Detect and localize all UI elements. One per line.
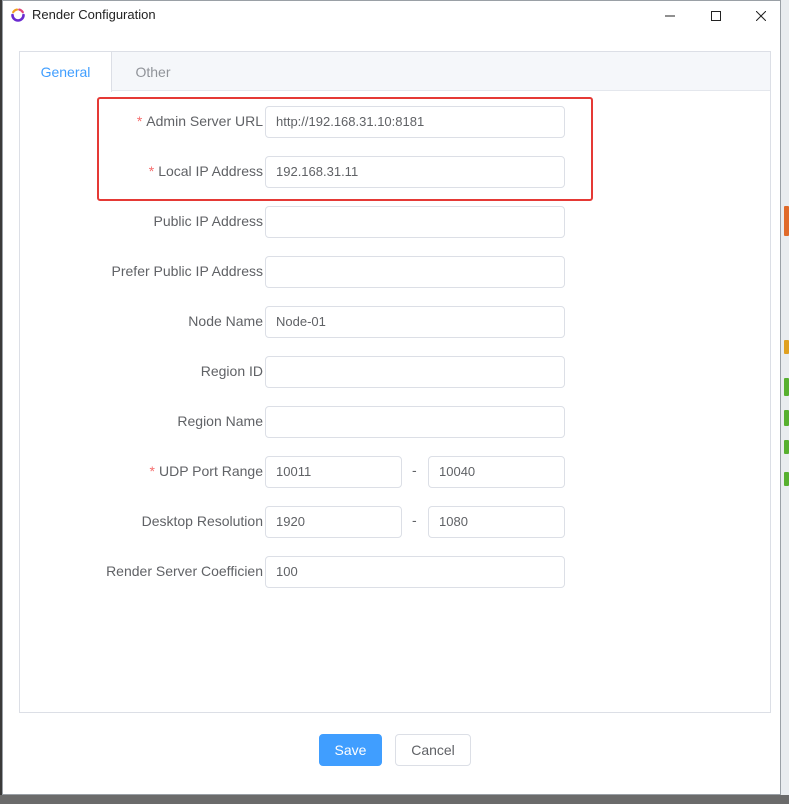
desktop-bottom-edge: [0, 795, 789, 804]
udp-port-from-input[interactable]: 10011: [265, 456, 402, 488]
region-name-label: Region Name: [177, 413, 263, 429]
maximize-button[interactable]: [693, 1, 739, 30]
resolution-height-input[interactable]: 1080: [428, 506, 565, 538]
save-button[interactable]: Save: [319, 734, 382, 766]
maximize-icon: [711, 10, 721, 21]
region-name-input[interactable]: [265, 406, 565, 438]
region-id-label: Region ID: [200, 363, 263, 379]
udp-port-to-input[interactable]: 10040: [428, 456, 565, 488]
app-logo-icon: [11, 8, 25, 22]
desktop-right-edge: [781, 0, 789, 804]
minimize-icon: [665, 15, 675, 16]
render-coefficient-row: Render Server Coefficien 100: [3, 556, 780, 588]
render-configuration-dialog: Render Configuration General Other * Admi…: [2, 0, 781, 795]
admin-server-url-input[interactable]: http://192.168.31.10:8181: [265, 106, 565, 138]
local-ip-row: * Local IP Address 192.168.31.11: [3, 156, 780, 188]
tabs-header: General Other: [20, 52, 770, 92]
local-ip-label: * Local IP Address: [148, 163, 263, 179]
render-coefficient-input[interactable]: 100: [265, 556, 565, 588]
desktop-resolution-row: Desktop Resolution 1920 - 1080: [3, 506, 780, 538]
window-title: Render Configuration: [32, 7, 156, 22]
close-icon: [756, 10, 766, 21]
range-separator: -: [412, 512, 417, 528]
prefer-public-ip-input[interactable]: [265, 256, 565, 288]
tab-other[interactable]: Other: [112, 52, 194, 92]
tab-general[interactable]: General: [20, 52, 112, 92]
udp-port-range-label: * UDP Port Range: [149, 463, 263, 479]
region-id-row: Region ID: [3, 356, 780, 388]
public-ip-label: Public IP Address: [153, 213, 263, 229]
minimize-button[interactable]: [647, 1, 693, 30]
render-coefficient-label: Render Server Coefficien: [106, 563, 263, 579]
desktop-resolution-label: Desktop Resolution: [141, 513, 263, 529]
region-name-row: Region Name: [3, 406, 780, 438]
range-separator: -: [412, 462, 417, 478]
prefer-public-ip-row: Prefer Public IP Address: [3, 256, 780, 288]
required-marker: *: [149, 463, 155, 479]
public-ip-row: Public IP Address: [3, 206, 780, 238]
region-id-input[interactable]: [265, 356, 565, 388]
close-button[interactable]: [738, 1, 784, 30]
title-bar[interactable]: Render Configuration: [3, 1, 780, 30]
required-marker: *: [148, 163, 155, 179]
admin-server-url-label: * Admin Server URL: [136, 113, 263, 129]
public-ip-input[interactable]: [265, 206, 565, 238]
node-name-label: Node Name: [188, 313, 263, 329]
admin-server-url-row: * Admin Server URL http://192.168.31.10:8…: [3, 106, 780, 138]
resolution-width-input[interactable]: 1920: [265, 506, 402, 538]
local-ip-input[interactable]: 192.168.31.11: [265, 156, 565, 188]
node-name-row: Node Name Node-01: [3, 306, 780, 338]
required-marker: *: [136, 113, 143, 129]
prefer-public-ip-label: Prefer Public IP Address: [111, 263, 263, 279]
udp-port-range-row: * UDP Port Range 10011 - 10040: [3, 456, 780, 488]
cancel-button[interactable]: Cancel: [395, 734, 471, 766]
node-name-input[interactable]: Node-01: [265, 306, 565, 338]
